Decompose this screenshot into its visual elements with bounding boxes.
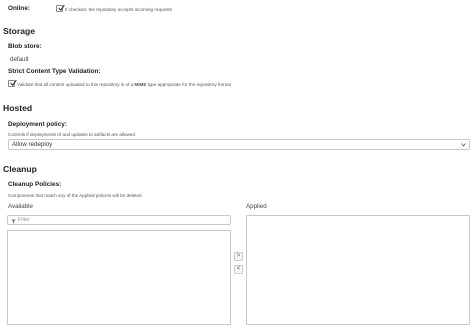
check-icon	[57, 4, 65, 11]
deployment-policy-select[interactable]: Allow redeploy	[8, 139, 470, 150]
cleanup-heading: Cleanup	[3, 164, 37, 174]
deployment-policy-description: Controls if deployments of and updates t…	[8, 132, 135, 137]
strict-desc-pre: Validate that all content uploaded to th…	[17, 82, 135, 87]
strict-validation-label: Strict Content Type Validation:	[8, 68, 101, 75]
blob-store-label: Blob store:	[8, 43, 42, 50]
storage-heading: Storage	[3, 26, 35, 36]
deployment-policy-label: Deployment policy:	[8, 121, 67, 128]
online-checkbox[interactable]	[56, 4, 65, 12]
cleanup-policies-description: Components that match any of the Applied…	[8, 193, 142, 198]
blob-store-value: default	[10, 56, 29, 63]
hosted-heading: Hosted	[3, 103, 33, 113]
available-list[interactable]	[7, 230, 231, 325]
move-left-button[interactable]: <	[234, 265, 243, 274]
strict-validation-description: Validate that all content uploaded to th…	[17, 82, 231, 87]
available-filter-input[interactable]: Filter	[7, 215, 231, 225]
move-right-button[interactable]: >	[234, 252, 243, 261]
applied-list[interactable]	[246, 215, 470, 325]
strict-desc-post: type appropriate for the repository form…	[146, 82, 231, 87]
chevron-down-icon	[461, 143, 466, 147]
online-description: If checked, the repository accepts incom…	[65, 7, 172, 12]
strict-desc-bold: MIME	[134, 82, 147, 87]
filter-placeholder: Filter	[18, 217, 30, 223]
cleanup-policies-label: Cleanup Policies:	[8, 181, 62, 188]
strict-validation-checkbox[interactable]	[8, 79, 17, 87]
online-label: Online:	[8, 5, 31, 12]
deployment-policy-selected: Allow redeploy	[12, 140, 53, 148]
applied-column-label: Applied	[246, 203, 267, 210]
available-column-label: Available	[8, 203, 33, 210]
filter-icon	[11, 219, 16, 223]
check-icon	[9, 79, 17, 86]
